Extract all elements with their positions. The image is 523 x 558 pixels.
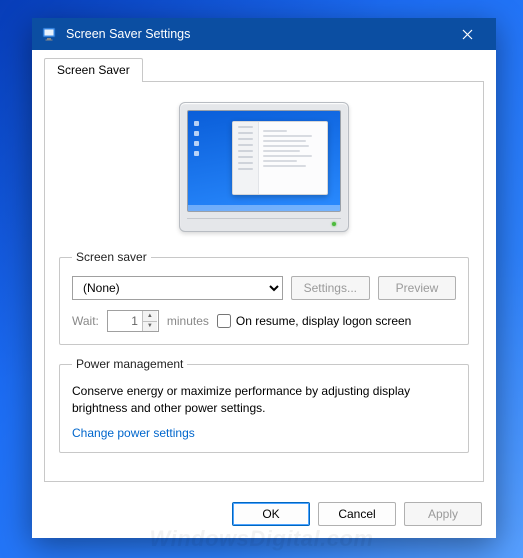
wait-label: Wait: xyxy=(72,314,99,328)
resume-logon-checkbox[interactable] xyxy=(217,314,231,328)
cancel-button[interactable]: Cancel xyxy=(318,502,396,526)
power-management-group: Power management Conserve energy or maxi… xyxy=(59,357,469,453)
spin-down-icon[interactable]: ▼ xyxy=(143,322,157,332)
tab-panel: Screen saver (None) Settings... Preview … xyxy=(44,81,484,482)
resume-logon-label: On resume, display logon screen xyxy=(236,314,411,328)
titlebar-title: Screen Saver Settings xyxy=(66,27,446,41)
spin-up-icon[interactable]: ▲ xyxy=(143,311,157,322)
wait-minutes-input[interactable] xyxy=(108,311,142,331)
tabstrip: Screen Saver xyxy=(44,58,484,82)
screensaver-group: Screen saver (None) Settings... Preview … xyxy=(59,250,469,345)
screensaver-app-icon xyxy=(42,26,58,42)
close-icon xyxy=(462,29,473,40)
monitor-preview xyxy=(179,102,349,232)
apply-button[interactable]: Apply xyxy=(404,502,482,526)
dialog-footer: OK Cancel Apply xyxy=(32,492,496,538)
tab-screen-saver[interactable]: Screen Saver xyxy=(44,58,143,82)
ok-button[interactable]: OK xyxy=(232,502,310,526)
close-button[interactable] xyxy=(446,20,488,48)
screensaver-legend: Screen saver xyxy=(72,250,151,264)
screen-saver-dialog: Screen Saver Settings Screen Saver xyxy=(32,18,496,538)
dialog-body: Screen Saver xyxy=(32,50,496,492)
monitor-led-icon xyxy=(332,222,336,226)
wait-unit-label: minutes xyxy=(167,314,209,328)
screensaver-preview-button[interactable]: Preview xyxy=(378,276,456,300)
mini-settings-window xyxy=(232,121,328,195)
power-description: Conserve energy or maximize performance … xyxy=(72,383,456,418)
power-legend: Power management xyxy=(72,357,187,371)
change-power-settings-link[interactable]: Change power settings xyxy=(72,426,195,440)
screensaver-settings-button[interactable]: Settings... xyxy=(291,276,370,300)
screensaver-dropdown[interactable]: (None) xyxy=(72,276,283,300)
wait-minutes-stepper[interactable]: ▲ ▼ xyxy=(107,310,159,332)
resume-logon-checkbox-wrap[interactable]: On resume, display logon screen xyxy=(217,314,411,328)
preview-area xyxy=(59,96,469,250)
monitor-screen xyxy=(187,110,341,212)
titlebar: Screen Saver Settings xyxy=(32,18,496,50)
